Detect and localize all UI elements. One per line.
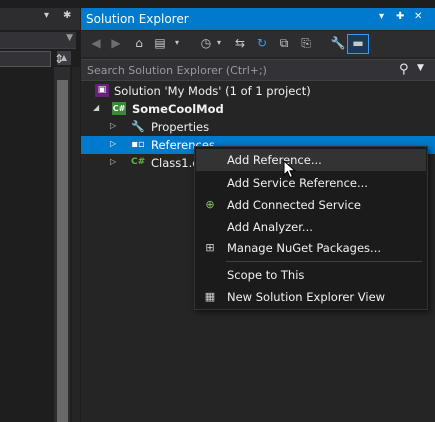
menu-item-label: Scope to This bbox=[227, 268, 305, 282]
menu-item-scope-to-this[interactable]: Scope to This bbox=[196, 264, 426, 286]
chevron-down-icon[interactable]: ▾ bbox=[211, 35, 227, 51]
collapsed-icon[interactable]: ▷ bbox=[110, 139, 116, 148]
collapse-all-icon[interactable]: ⧉ bbox=[276, 35, 292, 51]
preview-selected-icon[interactable]: ▬ bbox=[347, 34, 369, 54]
refresh-icon[interactable]: ↻ bbox=[254, 35, 270, 51]
chevron-down-icon[interactable]: ▼ bbox=[417, 63, 424, 73]
menu-item-label: Add Connected Service bbox=[227, 198, 362, 212]
sync-view-icon[interactable]: ▤ bbox=[152, 35, 168, 51]
menu-item-manage-nuget[interactable]: ⊞ Manage NuGet Packages... bbox=[196, 237, 426, 259]
tree-item-properties[interactable]: ▷ 🔧 Properties bbox=[81, 118, 435, 136]
switch-views-icon[interactable]: ⇆ bbox=[232, 35, 248, 51]
forward-icon[interactable]: ▶ bbox=[108, 35, 124, 51]
tree-item-label: Properties bbox=[151, 120, 210, 134]
solution-explorer-titlebar: Solution Explorer ▾ ✚ ✕ bbox=[81, 8, 435, 30]
new-view-icon: ▦ bbox=[204, 290, 216, 303]
menu-item-new-solution-explorer-view[interactable]: ▦ New Solution Explorer View bbox=[196, 286, 426, 308]
show-all-files-icon[interactable]: ⎘ bbox=[298, 35, 314, 51]
menu-separator bbox=[226, 261, 422, 262]
split-handle-icon[interactable]: ⇕ bbox=[54, 52, 64, 66]
menu-item-label: Add Analyzer... bbox=[227, 220, 313, 234]
left-search-field[interactable] bbox=[0, 51, 51, 67]
references-icon: ▪▫ bbox=[131, 139, 145, 150]
splitter[interactable]: ⇕ bbox=[54, 52, 80, 422]
menu-item-label: New Solution Explorer View bbox=[227, 290, 386, 304]
context-menu: Add Reference... Add Service Reference..… bbox=[194, 146, 428, 310]
collapsed-icon[interactable]: ▷ bbox=[110, 157, 116, 166]
left-window-titlebar: ▾ ✱ bbox=[0, 8, 80, 30]
menu-item-add-reference[interactable]: Add Reference... bbox=[196, 149, 426, 171]
solution-explorer-toolbar: ◀ ▶ ⌂ ▤ ▾ ◷ ▾ ⇆ ↻ ⧉ ⎘ 🔧 ▬ bbox=[81, 31, 435, 57]
gear-icon[interactable]: ✱ bbox=[63, 10, 71, 21]
home-icon[interactable]: ⌂ bbox=[131, 35, 147, 51]
properties-icon[interactable]: 🔧 bbox=[330, 35, 346, 51]
left-scrollbar-thumb[interactable] bbox=[57, 80, 68, 422]
wrench-icon: 🔧 bbox=[131, 120, 145, 133]
dropdown-icon[interactable]: ▾ bbox=[44, 10, 49, 21]
tree-item-project[interactable]: ◢ C# SomeCoolMod bbox=[81, 100, 435, 118]
solution-icon: ▣ bbox=[95, 84, 109, 97]
csharp-project-icon: C# bbox=[112, 102, 126, 115]
tree-item-solution[interactable]: ▣ Solution 'My Mods' (1 of 1 project) bbox=[81, 82, 435, 100]
menu-item-add-analyzer[interactable]: Add Analyzer... bbox=[196, 216, 426, 238]
pin-icon[interactable]: ✚ bbox=[396, 11, 404, 22]
expanded-icon[interactable]: ◢ bbox=[93, 103, 99, 112]
menu-item-label: Manage NuGet Packages... bbox=[227, 241, 382, 255]
menu-item-add-connected-service[interactable]: ⊕ Add Connected Service bbox=[196, 194, 426, 216]
search-bar: ⚲ ▼ bbox=[81, 59, 435, 81]
chevron-down-icon: ▼ bbox=[66, 33, 73, 43]
collapsed-icon[interactable]: ▷ bbox=[110, 121, 116, 130]
csharp-file-icon: C# bbox=[131, 157, 146, 167]
left-combo-box[interactable]: ▼ bbox=[0, 32, 76, 49]
menu-item-add-service-reference[interactable]: Add Service Reference... bbox=[196, 172, 426, 194]
mouse-cursor-icon bbox=[283, 160, 297, 179]
back-icon[interactable]: ◀ bbox=[88, 35, 104, 51]
chevron-down-icon[interactable]: ▾ bbox=[169, 35, 185, 51]
menu-item-label: Add Service Reference... bbox=[227, 176, 368, 190]
search-icon[interactable]: ⚲ bbox=[399, 62, 409, 77]
search-input[interactable] bbox=[81, 60, 397, 80]
window-menu-icon[interactable]: ▾ bbox=[379, 11, 384, 22]
left-tool-window: ▾ ✱ ▼ ▲ ⇕ bbox=[0, 0, 80, 422]
connected-service-icon: ⊕ bbox=[205, 198, 215, 211]
tree-item-label: Solution 'My Mods' (1 of 1 project) bbox=[114, 84, 311, 98]
window-title: Solution Explorer bbox=[86, 12, 189, 26]
nuget-icon: ⊞ bbox=[205, 241, 215, 254]
tree-item-label: SomeCoolMod bbox=[132, 102, 224, 116]
close-icon[interactable]: ✕ bbox=[414, 11, 422, 22]
menu-item-label: Add Reference... bbox=[227, 153, 322, 167]
